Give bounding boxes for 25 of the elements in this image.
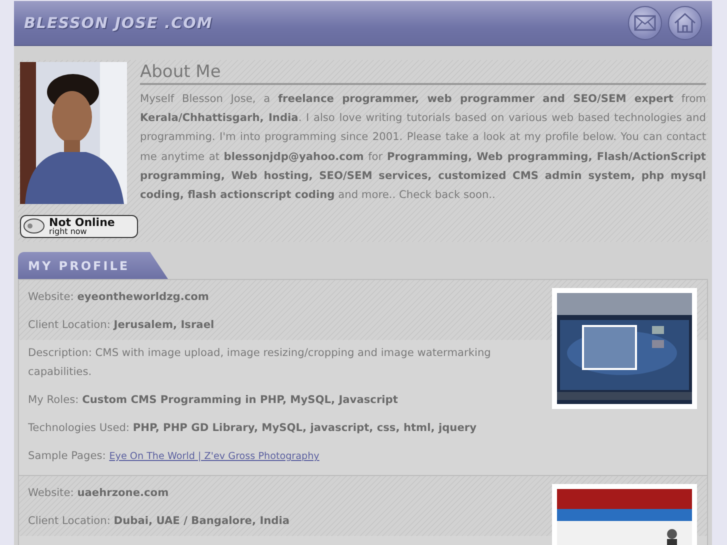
field-value: uaehrzone.com (77, 487, 169, 499)
mail-button[interactable] (628, 6, 662, 40)
field-label: Website: (28, 487, 75, 499)
field-label: Technologies Used: (28, 422, 131, 434)
field-label: My Roles: (28, 394, 80, 406)
house-icon (674, 13, 696, 33)
status-subtitle: right now (49, 228, 88, 236)
field-label: Website: (28, 291, 75, 303)
field-value: Dubai, UAE / Bangalore, India (114, 515, 290, 527)
field-label: Client Location: (28, 515, 112, 527)
envelope-icon (634, 15, 656, 31)
field-value: Custom CMS Programming in PHP, MySQL, Javascript (82, 394, 398, 406)
site-logo[interactable]: BLESSON JOSE .COM (24, 14, 622, 32)
section-title: About Me (140, 62, 706, 85)
field-value: Jerusalem, Israel (114, 319, 214, 331)
field-value: PHP, PHP GD Library, MySQL, javascript, css, html, jquery (132, 422, 477, 434)
sample-link[interactable]: Eye On The World | Z'ev Gross Photography (109, 451, 320, 462)
status-title: Not Online (49, 217, 115, 228)
field-label: Client Location: (28, 319, 112, 331)
about-paragraph: Myself Blesson Jose, a freelance programmer, web programmer and SEO/SEM expert from Kerala/Chhattisgarh, India. I also love writing tutorials based on various web based technologies and programming. I'm into programming since 2001. Please take a look at my profile below. You can contact me anytime at blessonjdp@yahoo.com for Programming, Web programming, Flash/ActionScript programming, Web hosting, SEO/SEM services, customized CMS admin system, php mysql coding, flash actionscript coding and more.. Check back soon.. (140, 92, 706, 204)
chat-icon (23, 218, 45, 235)
description-text: Description: CMS with image upload, image resizing/cropping and image watermarking capabilities. (28, 346, 492, 380)
field-value: eyeontheworldzg.com (77, 291, 209, 303)
home-button[interactable] (668, 6, 702, 40)
field-label: Sample Pages: (28, 450, 107, 462)
